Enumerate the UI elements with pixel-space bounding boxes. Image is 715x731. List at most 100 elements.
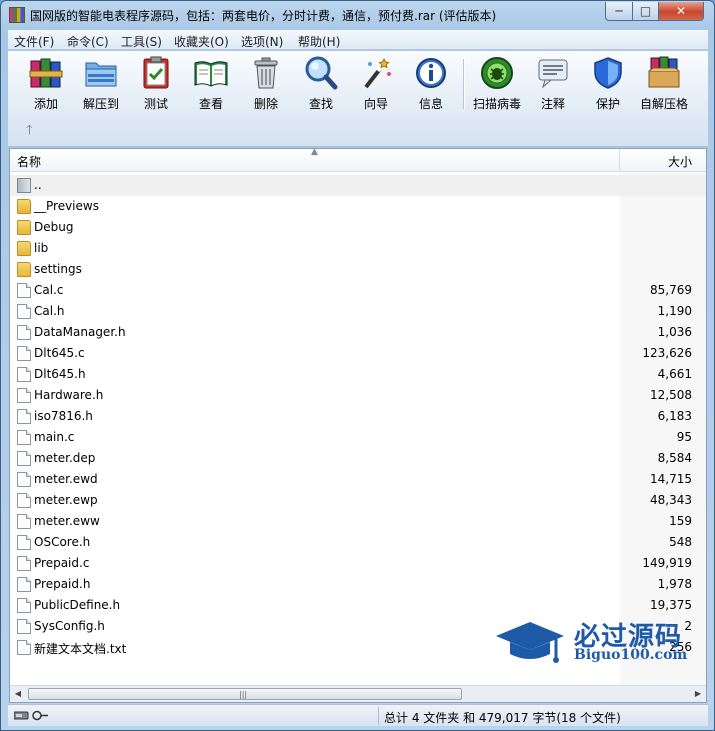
sort-ascending-icon: ▲ bbox=[311, 147, 318, 157]
drive-key-icon[interactable] bbox=[13, 710, 48, 721]
folder-row[interactable]: lib bbox=[10, 238, 706, 259]
file-row[interactable]: iso7816.h 6,183 bbox=[10, 406, 706, 427]
virus-scan-icon bbox=[479, 55, 515, 91]
file-name: meter.ewp bbox=[34, 493, 98, 507]
file-size: 123,626 bbox=[642, 346, 692, 360]
magnifier-icon bbox=[303, 55, 339, 91]
file-icon bbox=[17, 556, 31, 571]
watermark-url: Biguo100.com bbox=[574, 647, 688, 663]
file-icon bbox=[17, 535, 31, 550]
file-name: Cal.h bbox=[34, 304, 65, 318]
folder-row[interactable]: Debug bbox=[10, 217, 706, 238]
file-row[interactable]: Cal.h 1,190 bbox=[10, 301, 706, 322]
folder-icon bbox=[17, 199, 31, 214]
file-name: OSCore.h bbox=[34, 535, 91, 549]
close-button[interactable]: ✕ bbox=[658, 2, 704, 21]
toolbar: 添加 解压到 测试 查看 删除 查找 向导 信息 扫描病毒 注释 保护 自解压格… bbox=[8, 51, 708, 147]
file-name: Prepaid.h bbox=[34, 577, 91, 591]
menu-favorites[interactable]: 收藏夹(O) bbox=[174, 33, 229, 50]
file-row[interactable]: main.c 95 bbox=[10, 427, 706, 448]
file-icon bbox=[17, 388, 31, 403]
file-icon bbox=[17, 493, 31, 508]
parent-folder-icon bbox=[17, 178, 31, 193]
sfx-label: 自解压格 bbox=[639, 97, 688, 111]
minimize-button[interactable]: ─ bbox=[605, 2, 633, 21]
menu-help[interactable]: 帮助(H) bbox=[298, 33, 340, 50]
file-row[interactable]: OSCore.h 548 bbox=[10, 532, 706, 553]
scrollbar-thumb[interactable]: ||| bbox=[28, 688, 462, 700]
winrar-window: 国网版的智能电表程序源码，包括：两套电价，分时计费，通信，预付费.rar (评估… bbox=[0, 0, 715, 731]
file-icon bbox=[17, 430, 31, 445]
file-name: lib bbox=[34, 241, 49, 255]
parent-folder-row[interactable]: .. bbox=[10, 175, 706, 196]
watermark: 必过源码 Biguo100.com bbox=[494, 614, 704, 669]
folder-icon bbox=[17, 262, 31, 277]
file-name: Debug bbox=[34, 220, 74, 234]
up-one-level-icon[interactable]: 🡑 bbox=[26, 121, 33, 143]
file-icon bbox=[17, 451, 31, 466]
file-icon bbox=[17, 304, 31, 319]
file-row[interactable]: meter.dep 8,584 bbox=[10, 448, 706, 469]
file-row[interactable]: Cal.c 85,769 bbox=[10, 280, 706, 301]
winrar-app-icon[interactable] bbox=[9, 7, 25, 23]
file-name: iso7816.h bbox=[34, 409, 93, 423]
file-name: Dlt645.h bbox=[34, 367, 86, 381]
menu-file[interactable]: 文件(F) bbox=[14, 33, 54, 50]
file-size: 48,343 bbox=[650, 493, 692, 507]
file-row[interactable]: meter.ewd 14,715 bbox=[10, 469, 706, 490]
horizontal-scrollbar[interactable]: ◀ ||| ▶ bbox=[10, 685, 706, 702]
file-name: 新建文本文档.txt bbox=[34, 642, 127, 656]
info-label: 信息 bbox=[418, 97, 443, 111]
file-row[interactable]: DataManager.h 1,036 bbox=[10, 322, 706, 343]
file-size: 14,715 bbox=[650, 472, 692, 486]
folder-row[interactable]: __Previews bbox=[10, 196, 706, 217]
sfx-box-icon bbox=[646, 55, 682, 91]
folder-icon bbox=[17, 220, 31, 235]
column-header-name[interactable]: 名称 bbox=[17, 153, 41, 170]
file-name: settings bbox=[34, 262, 82, 276]
menu-bar: 文件(F) 命令(C) 工具(S) 收藏夹(O) 选项(N) 帮助(H) bbox=[8, 30, 708, 50]
scroll-right-arrow-icon[interactable]: ▶ bbox=[692, 689, 704, 700]
window-title: 国网版的智能电表程序源码，包括：两套电价，分时计费，通信，预付费.rar (评估… bbox=[30, 9, 497, 23]
column-header-row: 名称 ▲ 大小 bbox=[10, 147, 706, 172]
file-icon bbox=[17, 640, 31, 655]
file-row[interactable]: Dlt645.c 123,626 bbox=[10, 343, 706, 364]
file-name: Hardware.h bbox=[34, 388, 104, 402]
menu-command[interactable]: 命令(C) bbox=[67, 33, 109, 50]
status-summary: 总计 4 文件夹 和 479,017 字节(18 个文件) bbox=[384, 711, 621, 725]
file-row[interactable]: PublicDefine.h 19,375 bbox=[10, 595, 706, 616]
file-icon bbox=[17, 472, 31, 487]
scroll-grip-icon: ||| bbox=[239, 690, 248, 699]
title-bar[interactable]: 国网版的智能电表程序源码，包括：两套电价，分时计费，通信，预付费.rar (评估… bbox=[1, 1, 714, 29]
status-separator bbox=[378, 707, 379, 725]
maximize-button[interactable]: □ bbox=[632, 2, 659, 21]
comment-icon bbox=[535, 55, 571, 91]
file-name: __Previews bbox=[34, 199, 99, 213]
file-name: SysConfig.h bbox=[34, 619, 105, 633]
folder-row[interactable]: settings bbox=[10, 259, 706, 280]
file-row[interactable]: Prepaid.c 149,919 bbox=[10, 553, 706, 574]
file-row[interactable]: Hardware.h 12,508 bbox=[10, 385, 706, 406]
info-button[interactable]: 信息 bbox=[402, 55, 460, 113]
file-icon bbox=[17, 577, 31, 592]
file-size: 85,769 bbox=[650, 283, 692, 297]
file-size: 548 bbox=[669, 535, 692, 549]
shield-icon bbox=[590, 55, 626, 91]
graduation-cap-icon bbox=[494, 620, 566, 668]
file-icon bbox=[17, 619, 31, 634]
column-divider[interactable] bbox=[619, 149, 620, 172]
file-row[interactable]: Prepaid.h 1,978 bbox=[10, 574, 706, 595]
folder-icon bbox=[17, 241, 31, 256]
scroll-left-arrow-icon[interactable]: ◀ bbox=[12, 689, 24, 700]
file-name: Prepaid.c bbox=[34, 556, 90, 570]
file-size: 4,661 bbox=[657, 367, 692, 381]
menu-options[interactable]: 选项(N) bbox=[241, 33, 283, 50]
file-row[interactable]: meter.ewp 48,343 bbox=[10, 490, 706, 511]
file-row[interactable]: meter.eww 159 bbox=[10, 511, 706, 532]
file-row[interactable]: Dlt645.h 4,661 bbox=[10, 364, 706, 385]
info-icon bbox=[413, 55, 449, 91]
file-size: 6,183 bbox=[657, 409, 692, 423]
column-header-size[interactable]: 大小 bbox=[668, 153, 692, 170]
sfx-button[interactable]: 自解压格 bbox=[635, 55, 693, 113]
menu-tools[interactable]: 工具(S) bbox=[121, 33, 162, 50]
